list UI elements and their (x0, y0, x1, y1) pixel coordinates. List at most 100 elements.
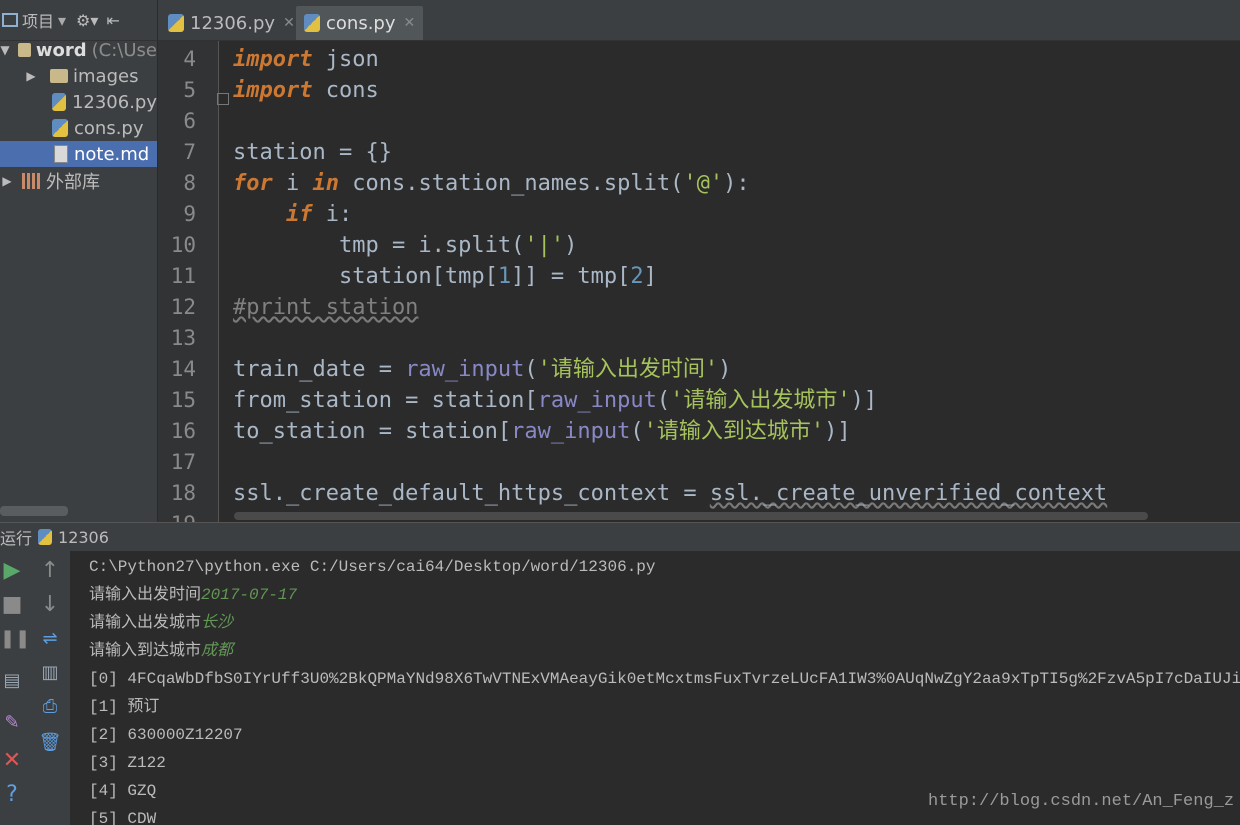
line-number: 19 (158, 509, 196, 522)
close-icon[interactable]: ✕ (283, 15, 295, 31)
line-number: 4 (183, 47, 196, 71)
python-file-icon (168, 14, 184, 32)
tab-label: cons.py (326, 12, 396, 34)
trash-icon[interactable]: 🗑 (38, 731, 62, 755)
project-panel-title[interactable]: 项目 (22, 8, 54, 32)
tree-item-external-libraries[interactable]: ▶ 外部库 (0, 168, 157, 194)
console-text: [2] 630000Z12207 (89, 726, 243, 744)
code-number: 2 (630, 264, 644, 289)
line-number: 14 (170, 357, 196, 381)
console-prompt: 请输入到达城市 (89, 642, 202, 660)
code-line: train_date = raw_input('请输入出发时间') (233, 354, 731, 385)
code-text: i (272, 171, 313, 196)
tab-12306-py[interactable]: 12306.py ✕ (160, 6, 303, 40)
run-icon[interactable]: ▶ (0, 559, 24, 583)
console-prompt: 请输入出发城市 (89, 614, 202, 632)
console-output[interactable]: C:\Python27\python.exe C:/Users/cai64/De… (71, 551, 1240, 825)
tree-item-label: note.md (74, 143, 150, 165)
tree-item-label: 外部库 (46, 172, 100, 193)
tree-item-note-md[interactable]: note.md (0, 141, 157, 167)
scroll-to-end-icon[interactable]: ▥ (38, 661, 62, 685)
close-icon[interactable]: ✕ (0, 749, 24, 773)
console-text: [1] 预订 (89, 698, 160, 716)
line-number-gutter: 4 5 6 7 8 9 10 11 12 13 14 15 16 17 18 1… (158, 41, 219, 522)
project-horizontal-scrollbar[interactable] (0, 506, 68, 516)
tree-item-images[interactable]: ▶ images (0, 63, 157, 89)
line-number: 11 (170, 264, 196, 288)
editor-horizontal-scrollbar[interactable] (234, 512, 1148, 520)
code-line: import json (233, 44, 379, 75)
code-string: '请输入出发时间' (537, 357, 719, 382)
code-number: 1 (497, 264, 512, 289)
code-line: station[tmp[1]] = tmp[2] (233, 261, 657, 292)
console-text: [3] Z122 (89, 754, 166, 772)
line-number: 5 (183, 78, 196, 102)
pause-icon[interactable]: ❚❚ (0, 627, 30, 651)
run-panel-title: 运行 (0, 529, 33, 548)
arrow-down-icon[interactable]: ↓ (38, 593, 62, 617)
code-keyword: import (233, 78, 313, 103)
expand-arrow-icon[interactable]: ▶ (0, 174, 14, 188)
code-text: station = {} (233, 140, 392, 165)
line-number: 12 (170, 295, 196, 319)
stop-icon[interactable]: ■ (0, 593, 24, 617)
console-line: [2] 630000Z12207 (89, 721, 243, 749)
tree-item-12306-py[interactable]: 12306.py (0, 89, 157, 115)
code-string: '@' (683, 171, 724, 196)
help-icon[interactable]: ? (0, 783, 24, 807)
console-line: [1] 预订 (89, 693, 159, 721)
project-icon (2, 13, 18, 27)
run-config-name[interactable]: 12306 (58, 528, 109, 547)
code-text: from_station = station[ (233, 388, 538, 413)
gear-icon[interactable]: ⚙▾ (76, 11, 98, 30)
code-text: ( (630, 419, 644, 444)
code-string: '请输入出发城市' (670, 388, 851, 413)
console-text: [5] CDW (89, 810, 157, 825)
layout-icon[interactable]: ▤ (0, 669, 24, 693)
dropdown-arrow-icon[interactable]: ▾ (58, 11, 66, 30)
console-line: [0] 4FCqaWbDfbS0IYrUff3U0%2BkQPMaYNd98X6… (89, 665, 1240, 693)
console-text: C:\Python27\python.exe C:/Users/cai64/De… (89, 558, 656, 576)
console-line: 请输入出发时间2017-07-17 (89, 581, 297, 609)
collapse-panel-icon[interactable]: ⇤ (106, 11, 119, 30)
project-panel-header: 项目 ▾ ⚙▾ ⇤ (0, 0, 157, 41)
code-line: import cons (233, 75, 379, 106)
console-line: [3] Z122 (89, 749, 166, 777)
tab-cons-py[interactable]: cons.py ✕ (296, 6, 424, 40)
code-line: if i: (233, 199, 352, 230)
expand-arrow-icon[interactable]: ▼ (0, 43, 10, 57)
arrow-up-icon[interactable]: ↑ (38, 559, 62, 583)
code-keyword: for (233, 171, 273, 196)
console-user-input: 成都 (201, 642, 234, 660)
code-string: '|' (524, 233, 565, 258)
line-number: 15 (170, 388, 196, 412)
code-text: ): (723, 171, 750, 196)
code-text: ) (564, 233, 578, 258)
print-icon[interactable]: ⎙ (38, 695, 62, 719)
pin-icon[interactable]: ✎ (0, 711, 24, 735)
code-builtin: raw_input (511, 419, 631, 444)
watermark-text: http://blog.csdn.net/An_Feng_z (928, 792, 1235, 811)
tree-item-word[interactable]: ▼ word (C:\Use (0, 37, 157, 63)
line-number: 13 (170, 326, 196, 350)
code-keyword: in (312, 171, 340, 196)
library-icon (22, 173, 40, 189)
editor-tab-bar: 12306.py ✕ cons.py ✕ (158, 0, 1240, 41)
console-user-input: 2017-07-17 (201, 586, 298, 604)
soft-wrap-icon[interactable]: ⇌ (38, 627, 62, 651)
code-editor[interactable]: 4 5 6 7 8 9 10 11 12 13 14 15 16 17 18 1… (158, 41, 1240, 522)
tree-item-label: word (35, 39, 87, 61)
console-user-input: 长沙 (201, 614, 234, 632)
console-line: 请输入到达城市成都 (89, 637, 233, 665)
run-panel-header: 运行 12306 (0, 522, 1240, 551)
project-panel: 项目 ▾ ⚙▾ ⇤ ▼ word (C:\Use ▶ images 12306.… (0, 0, 158, 522)
code-text: ssl._create_default_https_context = (233, 481, 710, 506)
tree-item-cons-py[interactable]: cons.py (0, 115, 157, 141)
expand-arrow-icon[interactable]: ▶ (24, 69, 38, 83)
close-icon[interactable]: ✕ (404, 15, 416, 31)
fold-marker-icon[interactable] (217, 93, 229, 105)
code-text: station[tmp[ (233, 264, 498, 289)
code-text: json (312, 47, 379, 72)
code-line: station = {} (233, 137, 392, 168)
python-file-icon (38, 529, 53, 545)
